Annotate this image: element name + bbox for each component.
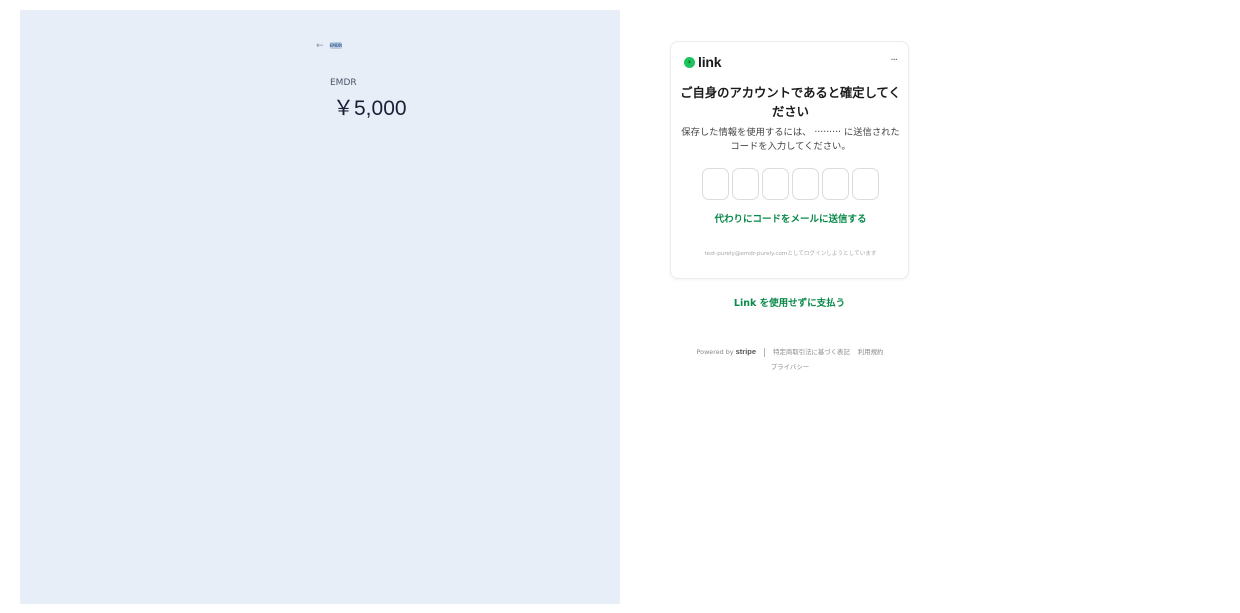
order-summary-panel: ← EMDR EMDR ￥5,000 [20,10,620,604]
back-arrow-icon[interactable]: ← [316,41,324,51]
footer-divider [764,347,766,357]
privacy-link[interactable]: プライバシー [771,363,809,371]
merchant-logo: EMDR [329,42,342,49]
commerce-law-link[interactable]: 特定商取引法に基づく表記 [773,348,850,356]
otp-digit-2[interactable] [732,168,759,200]
link-wordmark: link [698,54,722,70]
verification-title: ご自身のアカウントであると確定してください [680,86,901,119]
otp-digit-3[interactable] [762,168,789,200]
link-verification-card: › link ··· ご自身のアカウントであると確定してください 保存した情報を… [670,41,909,279]
stripe-logo[interactable]: stripe [736,347,756,356]
footer: Powered by stripe 特定商取引法に基づく表記 利用規約 プライバ… [680,344,900,375]
otp-digit-4[interactable] [792,168,819,200]
otp-digit-1[interactable] [702,168,729,200]
product-name: EMDR [330,78,357,88]
send-code-by-email-link[interactable]: 代わりにコードをメールに送信する [679,211,902,225]
total-price: ￥5,000 [333,97,407,120]
link-logo-icon: › [684,56,695,68]
link-brand: › link [684,54,722,70]
otp-code-inputs [702,168,879,200]
powered-by-label: Powered by [696,348,734,356]
pay-without-link-button[interactable]: Link を使用せずに支払う [670,295,909,309]
footer-row-2: プライバシー [680,360,900,375]
otp-digit-6[interactable] [852,168,879,200]
more-options-button[interactable]: ··· [890,55,897,66]
terms-link[interactable]: 利用規約 [858,348,884,356]
otp-digit-5[interactable] [822,168,849,200]
verification-description: 保存した情報を使用するには、 ········· に送信されたコードを入力してく… [681,127,900,152]
back-link[interactable]: ← EMDR [316,40,343,51]
footer-row-1: Powered by stripe 特定商取引法に基づく表記 利用規約 [680,344,900,360]
logging-in-as-text: test-purely@emdr-purely.comとしてログインしようとして… [704,251,877,257]
